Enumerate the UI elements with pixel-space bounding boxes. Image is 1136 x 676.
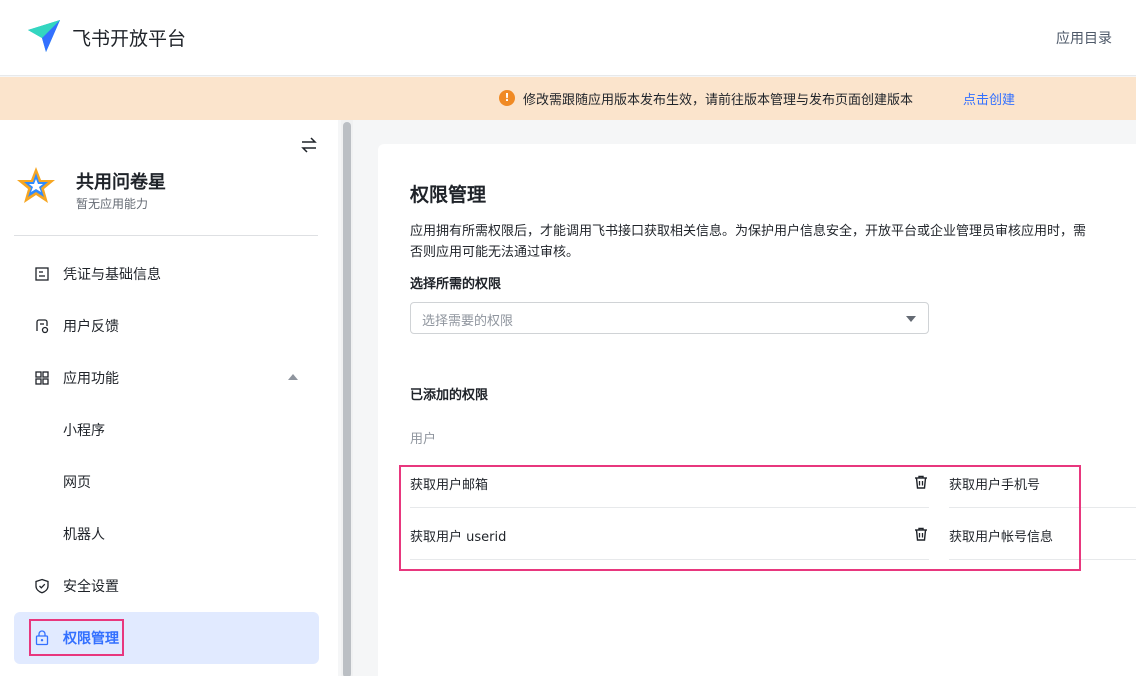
top-bar: 飞书开放平台 应用目录 — [0, 0, 1136, 76]
app-subtitle: 暂无应用能力 — [76, 197, 149, 211]
permission-group-label: 用户 — [410, 432, 437, 447]
description-line-2: 否则应用可能无法通过审核。 — [410, 245, 580, 260]
highlight-box-nav — [29, 619, 124, 656]
sidebar-item-label: 小程序 — [63, 423, 105, 439]
document-icon — [35, 267, 49, 281]
select-permission-label: 选择所需的权限 — [410, 277, 502, 292]
sidebar-divider — [14, 235, 318, 236]
sidebar-item-feedback[interactable]: 用户反馈 — [14, 300, 319, 352]
added-permissions-label: 已添加的权限 — [410, 388, 489, 403]
sidebar-item-label: 网页 — [63, 475, 91, 491]
sidebar-item-credentials[interactable]: 凭证与基础信息 — [14, 248, 319, 300]
collapse-toggle-icon[interactable] — [300, 136, 318, 154]
app-name: 共用问卷星 — [76, 172, 166, 193]
sidebar-item-label: 凭证与基础信息 — [63, 267, 161, 283]
sidebar-item-app-features[interactable]: 应用功能 — [14, 352, 319, 404]
feishu-logo-icon[interactable] — [26, 18, 62, 54]
create-version-link[interactable]: 点击创建 — [963, 89, 1015, 108]
app-directory-link[interactable]: 应用目录 — [1056, 28, 1112, 48]
brand-title[interactable]: 飞书开放平台 — [72, 24, 186, 51]
sidebar-item-security[interactable]: 安全设置 — [14, 560, 319, 612]
sidebar-item-label: 安全设置 — [63, 579, 119, 595]
sidebar-item-mini-program[interactable]: 小程序 — [14, 404, 319, 456]
feedback-icon — [36, 319, 49, 334]
grid-icon — [35, 371, 49, 385]
page-title: 权限管理 — [410, 184, 487, 206]
scrollbar-thumb[interactable] — [343, 122, 351, 676]
permission-select[interactable]: 选择需要的权限 — [410, 302, 929, 334]
sidebar-item-label: 用户反馈 — [63, 319, 119, 335]
sidebar-item-webpage[interactable]: 网页 — [14, 456, 319, 508]
notice-text: 修改需跟随应用版本发布生效，请前往版本管理与发布页面创建版本 — [523, 93, 914, 108]
caret-down-icon — [906, 316, 916, 322]
highlight-box-permissions — [399, 465, 1081, 571]
shield-icon — [35, 578, 49, 594]
description-line-1: 应用拥有所需权限后，才能调用飞书接口获取相关信息。为保护用户信息安全，开放平台或… — [410, 224, 1087, 239]
sidebar-item-bot[interactable]: 机器人 — [14, 508, 319, 560]
sidebar-item-label: 机器人 — [63, 527, 105, 543]
sidebar-item-label: 应用功能 — [63, 371, 119, 387]
notice-banner: ! 修改需跟随应用版本发布生效，请前往版本管理与发布页面创建版本 点击创建 — [0, 77, 1136, 120]
chevron-up-icon[interactable] — [288, 374, 298, 380]
app-star-logo-icon — [17, 167, 55, 203]
sidebar-scrollbar[interactable] — [341, 120, 353, 676]
warning-icon: ! — [499, 90, 515, 106]
select-placeholder: 选择需要的权限 — [422, 314, 514, 329]
